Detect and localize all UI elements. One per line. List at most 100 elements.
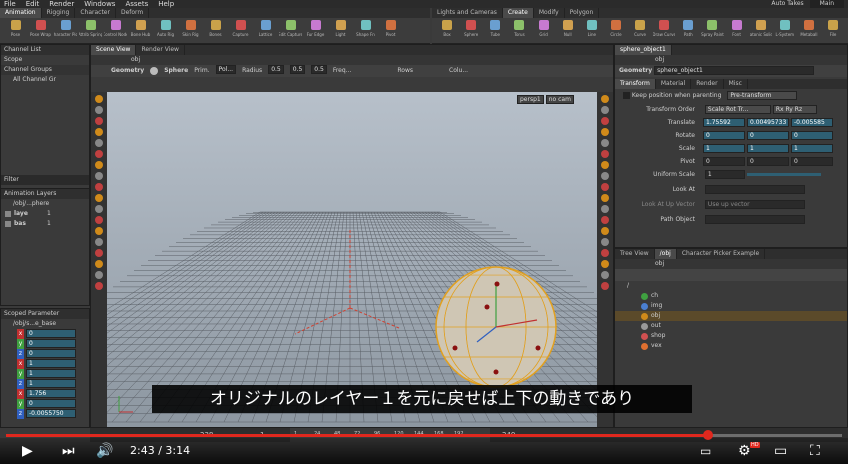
left-tool-icon[interactable] — [95, 194, 103, 202]
scoped-row[interactable]: y0 — [1, 339, 89, 349]
all-channel-item[interactable]: All Channel Gr — [13, 76, 56, 83]
tool-l-system[interactable]: L-System — [774, 20, 796, 37]
xform-value[interactable]: 1 — [747, 144, 789, 153]
right-tool-icon[interactable] — [601, 238, 609, 246]
tool-tube[interactable]: Tube — [484, 20, 506, 37]
lookup-select[interactable]: Use up vector — [704, 200, 805, 209]
param-path[interactable]: obj — [655, 56, 664, 63]
xform-value[interactable]: 1.75592 — [703, 118, 745, 127]
xform-value[interactable]: 0 — [703, 157, 745, 166]
tab-create[interactable]: Create — [502, 8, 534, 18]
xform-value[interactable]: 0 — [703, 131, 745, 140]
left-tool-icon[interactable] — [95, 282, 103, 290]
progress-track[interactable] — [6, 430, 842, 440]
tool-curve[interactable]: Curve — [629, 20, 651, 37]
tool-light[interactable]: Light — [329, 20, 352, 37]
scoped-value[interactable]: 1.756 — [26, 389, 76, 398]
left-tool-icon[interactable] — [95, 139, 103, 147]
persp-menu[interactable]: persp1 — [517, 95, 544, 104]
tool-character-pick[interactable]: Character Pick — [54, 20, 77, 37]
main-take[interactable]: Main — [809, 0, 844, 8]
left-tool-icon[interactable] — [95, 150, 103, 158]
order-select[interactable]: Scale Rot Tr... — [704, 105, 771, 114]
tool-box[interactable]: Box — [436, 20, 458, 37]
left-tool-icon[interactable] — [95, 95, 103, 103]
right-tool-icon[interactable] — [601, 106, 609, 114]
left-tool-icon[interactable] — [95, 249, 103, 257]
rot-order-select[interactable]: Rx Ry Rz — [772, 105, 817, 114]
scoped-value[interactable]: 0 — [26, 349, 76, 358]
tool-attrib-spring[interactable]: Attrib Spring — [79, 20, 102, 37]
xform-value[interactable]: 1 — [703, 144, 745, 153]
next-icon[interactable]: ⏭ — [62, 438, 75, 464]
radius-y[interactable]: 0.5 — [289, 65, 306, 74]
tool-circle[interactable]: Circle — [605, 20, 627, 37]
cam-menu[interactable]: no cam — [545, 95, 574, 104]
settings-icon[interactable]: ⚙ — [738, 438, 751, 464]
right-tool-icon[interactable] — [601, 282, 609, 290]
scoped-value[interactable]: 0 — [26, 399, 76, 408]
tool-control-node[interactable]: Control Node — [104, 20, 127, 37]
tool-font[interactable]: Font — [726, 20, 748, 37]
scoped-row[interactable]: z0 — [1, 349, 89, 359]
right-tool-icon[interactable] — [601, 227, 609, 235]
right-tool-icon[interactable] — [601, 183, 609, 191]
scoped-value[interactable]: 0 — [26, 339, 76, 348]
layer-eye-icon[interactable] — [5, 221, 11, 227]
scoped-value[interactable]: -0.0055750 — [26, 409, 76, 418]
left-tool-icon[interactable] — [95, 128, 103, 136]
layer-value[interactable]: 1 — [47, 219, 51, 229]
uniform-field[interactable]: 1 — [704, 170, 745, 179]
tool-metaball[interactable]: Metaball — [798, 20, 820, 37]
scoped-row[interactable]: x1 — [1, 359, 89, 369]
tool-skin-rig[interactable]: Skin Rig — [179, 20, 202, 37]
tool-draw-curve[interactable]: Draw Curve — [653, 20, 675, 37]
tab-misc[interactable]: Misc — [724, 79, 748, 89]
uniform-slider[interactable] — [746, 173, 821, 176]
tree-path[interactable]: obj — [655, 260, 664, 267]
tab-modify[interactable]: Modify — [534, 8, 565, 18]
tab-scene-view[interactable]: Scene View — [91, 45, 137, 55]
sphere-object[interactable] — [435, 266, 557, 388]
tab-tree-view[interactable]: Tree View — [615, 249, 655, 259]
tree-item-img[interactable]: img — [615, 301, 847, 311]
left-tool-icon[interactable] — [95, 271, 103, 279]
layer-eye-icon[interactable] — [5, 211, 11, 217]
tool-lattice[interactable]: Lattice — [254, 20, 277, 37]
tree-item-ch[interactable]: ch — [615, 291, 847, 301]
tree-item-vex[interactable]: vex — [615, 341, 847, 351]
tool-bones[interactable]: Bones — [204, 20, 227, 37]
tool-fur-edge[interactable]: Fur Edge — [304, 20, 327, 37]
xform-value[interactable]: 1 — [791, 144, 833, 153]
layer-value[interactable]: 1 — [47, 209, 51, 219]
tool-sphere[interactable]: Sphere — [460, 20, 482, 37]
theater-icon[interactable]: ▭ — [774, 438, 787, 464]
tab-character-picker-example[interactable]: Character Picker Example — [677, 249, 766, 259]
right-tool-icon[interactable] — [601, 117, 609, 125]
viewport[interactable] — [107, 92, 597, 427]
lookat-field[interactable] — [704, 185, 805, 194]
menu-5[interactable]: Help — [158, 0, 174, 8]
scoped-value[interactable]: 1 — [26, 359, 76, 368]
tool-grid[interactable]: Grid — [533, 20, 555, 37]
tool-pose[interactable]: Pose — [4, 20, 27, 37]
tab-render-view[interactable]: Render View — [136, 45, 185, 55]
xform-value[interactable]: 0 — [791, 131, 833, 140]
right-tool-icon[interactable] — [601, 271, 609, 279]
scoped-row[interactable]: z -0.0055750 — [1, 409, 89, 419]
tool-edit-capture[interactable]: Edit Capture — [279, 20, 302, 37]
pathobj-field[interactable] — [704, 215, 805, 224]
right-tool-icon[interactable] — [601, 260, 609, 268]
filter-field[interactable]: Filter — [4, 176, 19, 183]
keep-select[interactable]: Pre-transform — [727, 91, 798, 100]
node-name-field[interactable]: sphere_object1 — [654, 66, 815, 75]
tool-bone-hub[interactable]: Bone Hub — [129, 20, 152, 37]
tab-render[interactable]: Render — [691, 79, 724, 89]
tree-item-shop[interactable]: shop — [615, 331, 847, 341]
tool-spray-paint[interactable]: Spray Paint — [701, 20, 724, 37]
tool-null[interactable]: Null — [557, 20, 579, 37]
left-tool-icon[interactable] — [95, 172, 103, 180]
tab--obj[interactable]: /obj — [654, 249, 677, 259]
left-tool-icon[interactable] — [95, 216, 103, 224]
tool-shape-fn[interactable]: Shape Fn — [354, 20, 377, 37]
